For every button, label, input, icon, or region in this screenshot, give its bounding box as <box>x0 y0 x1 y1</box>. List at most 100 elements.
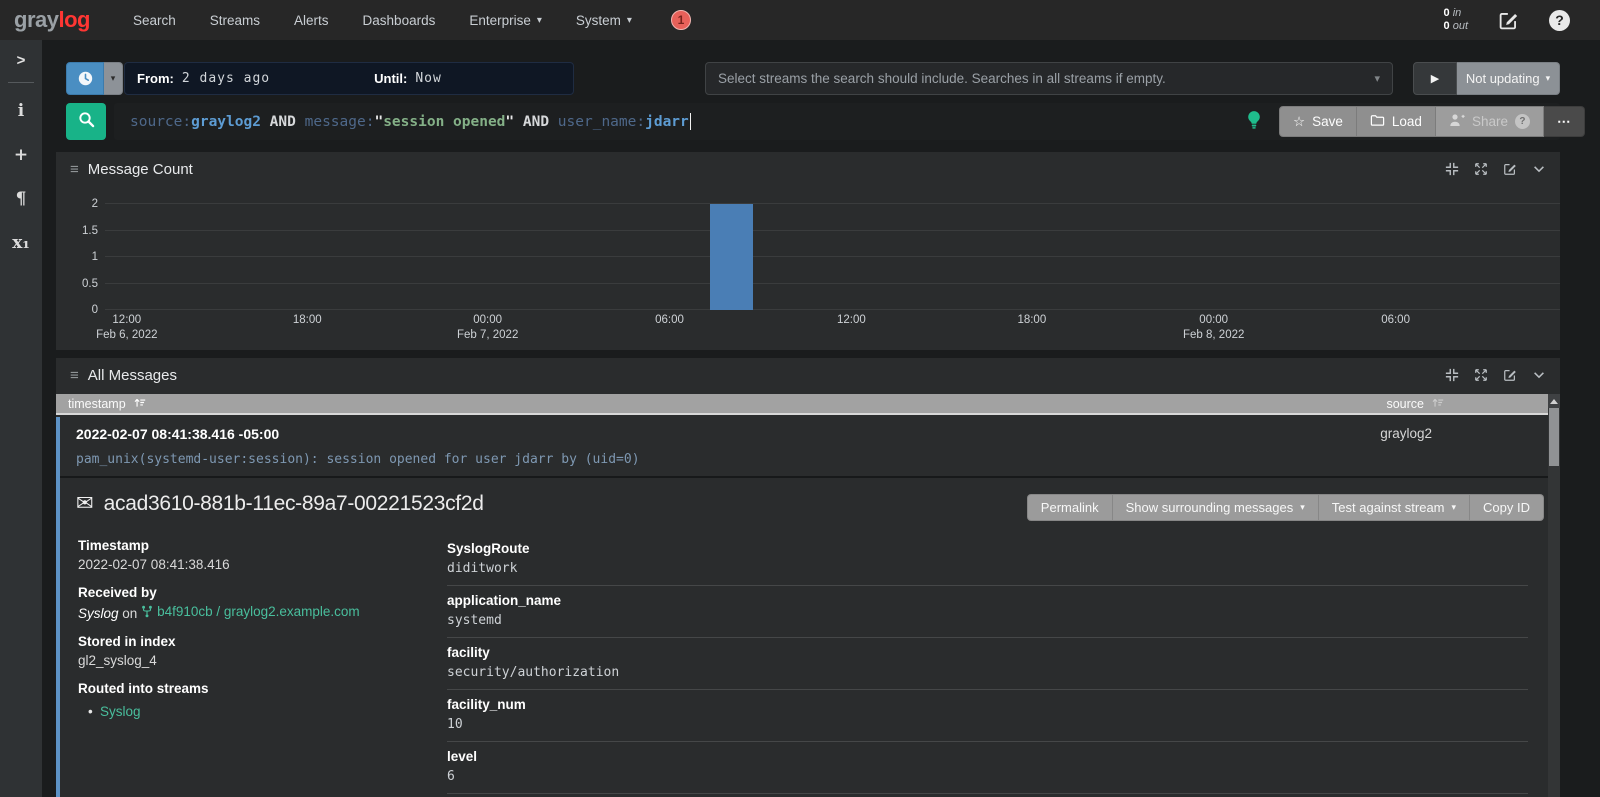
field-name[interactable]: SyslogRoute <box>447 541 1528 556</box>
edit-pencil-square-icon[interactable] <box>1498 10 1519 31</box>
from-value: 2 days ago <box>182 71 270 86</box>
undeclared-fields-icon[interactable]: x₁ <box>12 221 30 265</box>
load-button[interactable]: Load <box>1357 106 1436 137</box>
info-icon[interactable]: i <box>12 89 30 133</box>
stream-select[interactable]: Select streams the search should include… <box>705 62 1393 95</box>
stream-link[interactable]: Syslog <box>100 704 141 719</box>
test-against-stream-button[interactable]: Test against stream▾ <box>1319 494 1470 521</box>
x-tick-label: 06:00 <box>655 314 684 326</box>
field-name[interactable]: level <box>447 749 1528 764</box>
scrollbar-up-arrow[interactable] <box>1548 394 1560 408</box>
field-block-level: level6 <box>447 742 1528 794</box>
nav-item-streams[interactable]: Streams <box>193 0 277 40</box>
drag-handle-icon[interactable]: ≡ <box>70 161 79 178</box>
edit-widget-icon[interactable] <box>1503 162 1517 176</box>
collapse-widget-chevron-icon[interactable] <box>1532 368 1546 382</box>
focus-widget-icon[interactable] <box>1445 368 1459 382</box>
throughput-indicator[interactable]: 0 in 0 out <box>1444 7 1468 33</box>
x-tick-time: 18:00 <box>1017 314 1046 326</box>
node-link[interactable]: b4f910cb / graylog2.example.com <box>141 604 360 619</box>
field-value: security/authorization <box>447 665 1528 680</box>
graylog-logo[interactable]: graylog <box>0 7 116 33</box>
column-header-timestamp[interactable]: timestamp <box>68 396 146 412</box>
lightbulb-icon[interactable] <box>1245 110 1263 135</box>
histogram-bar <box>710 204 753 310</box>
save-button[interactable]: ☆ Save <box>1279 106 1357 137</box>
sort-icon[interactable] <box>133 396 146 412</box>
widget-header: ≡ All Messages <box>56 358 1560 392</box>
add-icon[interactable]: + <box>12 133 30 177</box>
field-name[interactable]: facility_num <box>447 697 1528 712</box>
column-header-source[interactable]: source <box>1386 396 1444 412</box>
nav-item-search[interactable]: Search <box>116 0 193 40</box>
nav-item-alerts[interactable]: Alerts <box>277 0 346 40</box>
x-tick-label: 00:00Feb 8, 2022 <box>1183 314 1244 341</box>
message-fields: SyslogRoutediditworkapplication_namesyst… <box>447 534 1532 797</box>
sidebar-expand-chevron-icon[interactable]: > <box>0 40 42 80</box>
field-block-facility: facility security/authorization <box>447 638 1528 690</box>
query-token-quote: " <box>505 114 514 130</box>
field-name[interactable]: application_name <box>447 593 1528 608</box>
message-detail: ✉ acad3610-881b-11ec-89a7-00221523cf2d P… <box>60 478 1548 797</box>
sort-icon[interactable] <box>1431 396 1444 412</box>
query-token-operator: AND <box>514 114 558 130</box>
query-action-buttons: ☆ Save Load Share ? ⋯ <box>1279 106 1585 137</box>
notification-badge[interactable]: 1 <box>671 10 691 30</box>
chart-x-axis: 12:00Feb 6, 202218:0000:00Feb 7, 202206:… <box>105 314 1560 350</box>
help-icon[interactable]: ? <box>1549 10 1570 31</box>
timerange-display[interactable]: From: 2 days ago Until: Now <box>124 62 574 95</box>
play-button[interactable]: ▶ <box>1413 62 1457 95</box>
refresh-interval-button[interactable]: Not updating ▾ <box>1457 62 1560 95</box>
gridline <box>105 203 1560 204</box>
nav-item-system[interactable]: System▾ <box>559 0 649 40</box>
left-sidebar: > i+¶x₁ <box>0 40 42 797</box>
permalink-button[interactable]: Permalink <box>1027 494 1113 521</box>
table-scrollbar[interactable] <box>1548 394 1560 797</box>
play-icon: ▶ <box>1431 72 1439 85</box>
nav-item-enterprise[interactable]: Enterprise▾ <box>452 0 559 40</box>
message-preview[interactable]: pam_unix(systemd-user:session): session … <box>60 446 1548 478</box>
stored-index-value: gl2_syslog_4 <box>78 653 447 668</box>
scrollbar-thumb[interactable] <box>1549 408 1559 466</box>
formatting-icon[interactable]: ¶ <box>12 177 30 221</box>
timerange-caret-button[interactable]: ▾ <box>104 62 123 95</box>
widget-title: All Messages <box>88 367 177 384</box>
expand-widget-icon[interactable] <box>1474 368 1488 382</box>
y-tick-label: 1.5 <box>82 225 98 237</box>
share-button[interactable]: Share ? <box>1436 106 1544 137</box>
message-table-row[interactable]: 2022-02-07 08:41:38.416 -05:00 graylog2 <box>60 417 1548 446</box>
field-name[interactable]: facility <box>447 645 1528 660</box>
widget-toolbar <box>1445 368 1546 382</box>
gridline <box>105 230 1560 231</box>
nav-menu: SearchStreamsAlertsDashboardsEnterprise▾… <box>116 0 649 40</box>
x-tick-date: Feb 8, 2022 <box>1183 329 1244 341</box>
show-surrounding-messages-button[interactable]: Show surrounding messages▾ <box>1113 494 1319 521</box>
sidebar-divider <box>8 82 34 83</box>
nav-item-dashboards[interactable]: Dashboards <box>346 0 453 40</box>
ellipsis-icon: ⋯ <box>1557 114 1572 130</box>
x-tick-time: 12:00 <box>837 314 866 326</box>
query-token-value: jdarr <box>645 114 689 130</box>
query-token-operator: AND <box>261 114 305 130</box>
chart-y-axis: 00.511.52 <box>56 204 100 310</box>
drag-handle-icon[interactable]: ≡ <box>70 367 79 384</box>
stream-select-placeholder: Select streams the search should include… <box>718 71 1374 86</box>
until-label: Until: <box>374 71 407 86</box>
timerange-button-group: ▾ <box>66 62 123 95</box>
collapse-widget-chevron-icon[interactable] <box>1532 162 1546 176</box>
help-circle-icon: ? <box>1515 114 1530 129</box>
search-button[interactable] <box>66 103 106 140</box>
timerange-clock-icon-button[interactable] <box>66 62 104 95</box>
focus-widget-icon[interactable] <box>1445 162 1459 176</box>
edit-widget-icon[interactable] <box>1503 368 1517 382</box>
throughput-in-label: in <box>1453 7 1462 19</box>
more-actions-button[interactable]: ⋯ <box>1544 106 1586 137</box>
field-block-syslogroute: SyslogRoutediditwork <box>447 534 1528 586</box>
until-value: Now <box>415 71 441 86</box>
x-tick-time: 00:00 <box>457 314 518 326</box>
widget-header: ≡ Message Count <box>56 152 1560 186</box>
copy-id-button[interactable]: Copy ID <box>1470 494 1544 521</box>
widget-toolbar <box>1445 162 1546 176</box>
y-tick-label: 0.5 <box>82 278 98 290</box>
expand-widget-icon[interactable] <box>1474 162 1488 176</box>
